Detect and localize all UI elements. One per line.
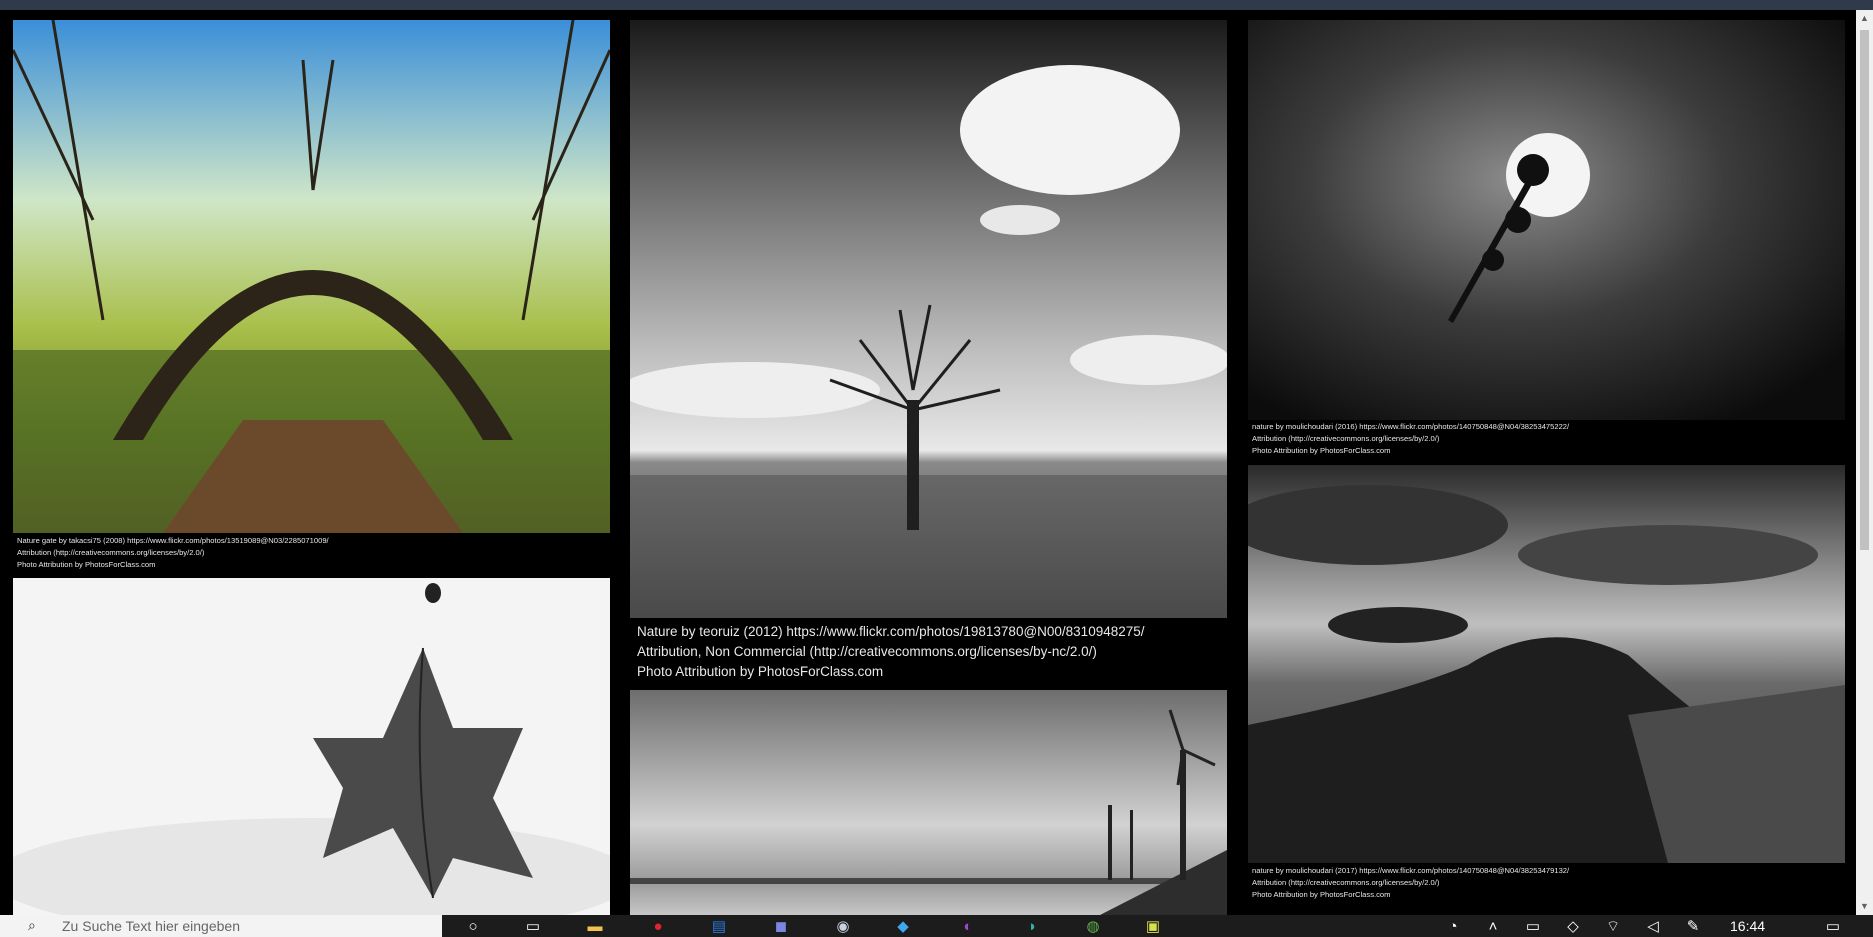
scroll-down-arrow-icon[interactable]: ▼ xyxy=(1856,898,1873,915)
taskbar-search-box[interactable]: ⌕ Zu Suche Text hier eingeben xyxy=(0,915,442,937)
dropbox-icon[interactable]: ◇ xyxy=(1560,917,1586,937)
caption-nature-gate: Nature gate by takacsi75 (2008) https://… xyxy=(17,535,329,571)
photo-lone-tree[interactable] xyxy=(630,20,1227,618)
caption-line: Nature gate by takacsi75 (2008) https://… xyxy=(17,536,329,545)
caption-line: Nature by teoruiz (2012) https://www.fli… xyxy=(637,624,1145,639)
photo-card-moon-flower[interactable]: nature by moulichoudari (2016) https://w… xyxy=(1248,20,1845,460)
caption-line: Attribution (http://creativecommons.org/… xyxy=(1252,878,1440,887)
chevron-up-icon[interactable]: ˄ xyxy=(1480,917,1506,937)
scroll-thumb[interactable] xyxy=(1860,30,1869,550)
caption-line: Attribution, Non Commercial (http://crea… xyxy=(637,644,1097,659)
photo-card-hill-town[interactable]: nature by moulichoudari (2017) https://w… xyxy=(1248,465,1845,915)
cortana-icon[interactable]: ○ xyxy=(460,917,486,937)
photo-snow-leaf[interactable] xyxy=(13,578,610,915)
caption-line: Attribution (http://creativecommons.org/… xyxy=(1252,434,1440,443)
discord-icon[interactable]: ◼ xyxy=(768,917,794,937)
caption-line: Photo Attribution by PhotosForClass.com xyxy=(17,560,156,569)
pen-icon[interactable]: ✎ xyxy=(1680,917,1706,937)
caption-line: nature by moulichoudari (2017) https://w… xyxy=(1252,866,1570,875)
search-placeholder: Zu Suche Text hier eingeben xyxy=(62,918,240,934)
twitter-icon[interactable]: ◆ xyxy=(890,917,916,937)
task-view-icon[interactable]: ▭ xyxy=(520,917,546,937)
caption-moon-flower: nature by moulichoudari (2016) https://w… xyxy=(1252,421,1569,457)
globe-icon[interactable]: ◍ xyxy=(1080,917,1106,937)
photo-card-lone-tree[interactable]: Nature by teoruiz (2012) https://www.fli… xyxy=(630,20,1227,685)
caption-lone-tree: Nature by teoruiz (2012) https://www.fli… xyxy=(637,622,1145,682)
taskbar: ⌕ Zu Suche Text hier eingeben ○ ▭ ▬ ● ▤ … xyxy=(0,915,1873,937)
firefox-icon[interactable]: ◐ xyxy=(955,917,981,937)
caption-line: Photo Attribution by PhotosForClass.com xyxy=(637,664,884,679)
network-icon[interactable]: ◔ xyxy=(1440,917,1466,937)
opera-icon[interactable]: ● xyxy=(645,917,671,937)
caption-line: Photo Attribution by PhotosForClass.com xyxy=(1252,446,1391,455)
app-icon[interactable]: ▣ xyxy=(1140,917,1166,937)
caption-hill-town: nature by moulichoudari (2017) https://w… xyxy=(1252,865,1569,901)
notification-icon[interactable]: ▭ xyxy=(1820,917,1846,937)
taskbar-clock[interactable]: 16:44 xyxy=(1730,918,1765,934)
wifi-icon[interactable]: ⌔ xyxy=(1600,917,1626,937)
calendar-icon[interactable]: ▤ xyxy=(706,917,732,937)
volume-icon[interactable]: ◁ xyxy=(1640,917,1666,937)
caption-line: Attribution (http://creativecommons.org/… xyxy=(17,548,205,557)
vertical-scrollbar[interactable]: ▲ ▼ xyxy=(1856,10,1873,915)
file-explorer-icon[interactable]: ▬ xyxy=(582,917,608,937)
caption-line: nature by moulichoudari (2016) https://w… xyxy=(1252,422,1570,431)
photo-hill-town[interactable] xyxy=(1248,465,1845,863)
photo-card-wind-turbines[interactable] xyxy=(630,690,1227,915)
search-icon: ⌕ xyxy=(28,917,36,933)
browser-top-bar xyxy=(0,0,1873,10)
steam-icon[interactable]: ◉ xyxy=(830,917,856,937)
photo-nature-gate[interactable] xyxy=(13,20,610,533)
battery-icon[interactable]: ▭ xyxy=(1520,917,1546,937)
caption-line: Photo Attribution by PhotosForClass.com xyxy=(1252,890,1391,899)
photo-moon-flower[interactable] xyxy=(1248,20,1845,420)
scroll-up-arrow-icon[interactable]: ▲ xyxy=(1856,10,1873,27)
edge-icon[interactable]: ◑ xyxy=(1018,917,1044,937)
photo-card-nature-gate[interactable]: Nature gate by takacsi75 (2008) https://… xyxy=(13,20,610,573)
photo-card-snow-leaf[interactable] xyxy=(13,578,610,915)
photo-wind-turbines[interactable] xyxy=(630,690,1227,915)
